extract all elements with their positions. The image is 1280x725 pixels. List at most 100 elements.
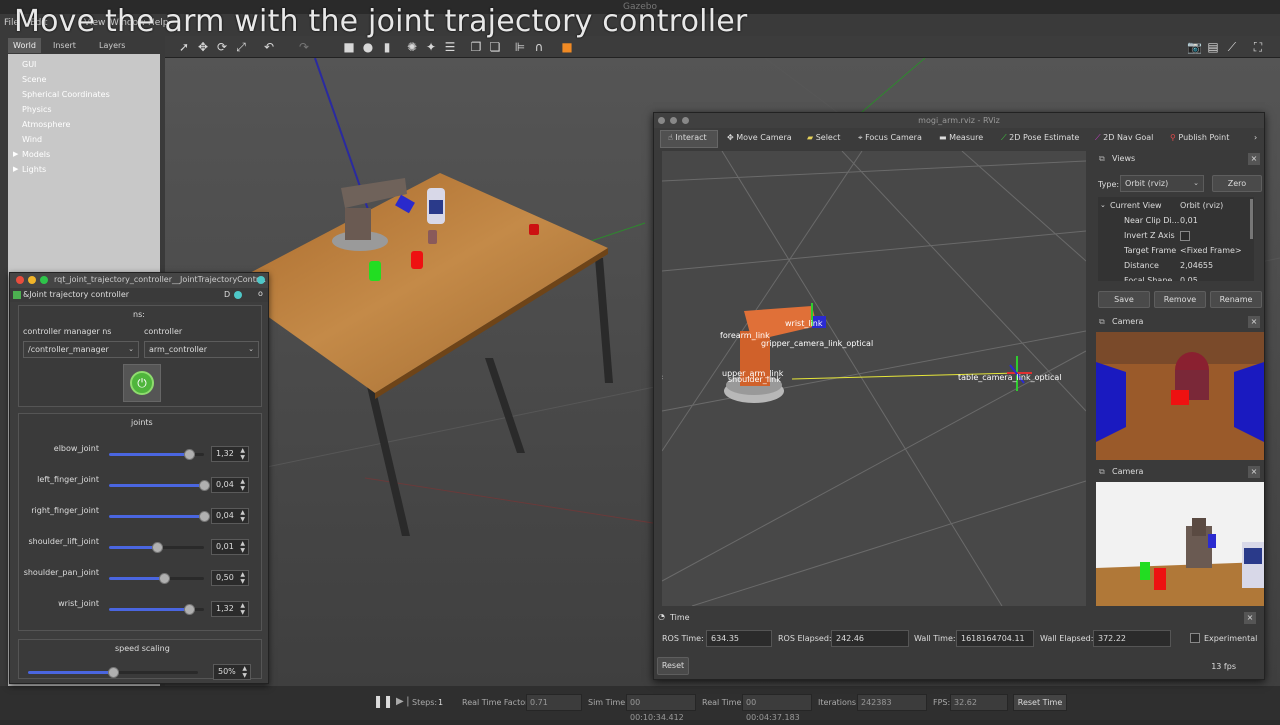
- zero-button[interactable]: Zero: [1212, 175, 1262, 192]
- close-icon[interactable]: ×: [1248, 316, 1260, 328]
- expand-arrow-icon[interactable]: ▶: [13, 165, 18, 173]
- tool-move-camera[interactable]: ✥ Move Camera: [727, 133, 792, 142]
- close-icon[interactable]: [16, 276, 24, 284]
- speed-spinbox[interactable]: 50% ▲ ▼: [213, 664, 251, 680]
- collapse-left-icon[interactable]: ‹: [662, 373, 664, 383]
- pause-icon[interactable]: ❚❚: [373, 694, 393, 708]
- joint-slider[interactable]: [109, 573, 204, 584]
- tool-focus-camera[interactable]: ⌖ Focus Camera: [858, 133, 922, 143]
- cylinder-icon[interactable]: ▮: [380, 40, 394, 54]
- property-value[interactable]: 2,04655: [1180, 261, 1213, 270]
- steps-value[interactable]: 1: [438, 698, 443, 707]
- tool-2d-pose[interactable]: ⟋ 2D Pose Estimate: [1001, 133, 1079, 143]
- tree-item-gui[interactable]: GUI: [22, 60, 36, 69]
- fullscreen-icon[interactable]: ⛶: [1251, 40, 1265, 54]
- controller-combo[interactable]: arm_controller ⌄: [144, 341, 259, 358]
- joint-slider-knob[interactable]: [183, 449, 195, 460]
- scale-icon[interactable]: ⤢: [234, 40, 248, 54]
- view-angle-icon[interactable]: ■: [560, 40, 574, 54]
- joint-spinbox[interactable]: 1,32 ▲ ▼: [211, 601, 249, 617]
- joint-slider-knob[interactable]: [199, 480, 210, 491]
- tool-2d-nav[interactable]: ⟋ 2D Nav Goal: [1095, 133, 1153, 143]
- save-view-button[interactable]: Save: [1098, 291, 1150, 308]
- joint-spinbox[interactable]: 0,50 ▲ ▼: [211, 570, 249, 586]
- close-icon[interactable]: ×: [1248, 153, 1260, 165]
- tree-item-lights[interactable]: Lights: [22, 165, 46, 174]
- plugin-close-icon[interactable]: o: [258, 289, 263, 298]
- select-arrow-icon[interactable]: ➚: [177, 40, 191, 54]
- tab-world[interactable]: World: [8, 38, 41, 53]
- view-property-row[interactable]: Target Frame <Fixed Frame>: [1098, 244, 1254, 259]
- plugin-help-icon[interactable]: [234, 291, 242, 299]
- speed-slider[interactable]: [28, 667, 198, 678]
- close-icon[interactable]: ×: [1248, 466, 1260, 478]
- remove-view-button[interactable]: Remove: [1154, 291, 1206, 308]
- joint-slider[interactable]: [109, 511, 210, 522]
- reset-button[interactable]: Reset: [657, 657, 689, 675]
- joint-spinbox[interactable]: 1,32 ▲ ▼: [211, 446, 249, 462]
- tree-item-wind[interactable]: Wind: [22, 135, 42, 144]
- minimize-icon[interactable]: [670, 117, 677, 124]
- help-icon[interactable]: [257, 276, 265, 284]
- spin-arrows-icon[interactable]: ▲ ▼: [240, 509, 245, 523]
- spin-arrows-icon[interactable]: ▲ ▼: [240, 540, 245, 554]
- tool-publish-point[interactable]: ⚲ Publish Point: [1170, 133, 1229, 142]
- maximize-icon[interactable]: [40, 276, 48, 284]
- tree-item-atmosphere[interactable]: Atmosphere: [22, 120, 70, 129]
- spin-arrows-icon[interactable]: ▲ ▼: [240, 447, 245, 461]
- tree-item-models[interactable]: Models: [22, 150, 50, 159]
- tree-item-spherical[interactable]: Spherical Coordinates: [22, 90, 110, 99]
- screenshot-icon[interactable]: 📷: [1187, 40, 1202, 54]
- rviz-3d-view[interactable]: forearm_link wrist_link gripper_camera_l…: [662, 151, 1086, 606]
- sphere-icon[interactable]: ●: [361, 40, 375, 54]
- plot-icon[interactable]: ⟋: [1225, 40, 1239, 54]
- experimental-checkbox[interactable]: [1190, 633, 1200, 643]
- spin-arrows-icon[interactable]: ▲ ▼: [240, 478, 245, 492]
- joint-slider-knob[interactable]: [199, 511, 210, 522]
- close-icon[interactable]: ×: [1244, 612, 1256, 624]
- paste-icon[interactable]: ❏: [488, 40, 502, 54]
- property-value[interactable]: <Fixed Frame>: [1180, 246, 1242, 255]
- tab-insert[interactable]: Insert: [48, 38, 81, 53]
- close-icon[interactable]: [658, 117, 665, 124]
- spot-light-icon[interactable]: ✦: [424, 40, 438, 54]
- joint-spinbox[interactable]: 0,04 ▲ ▼: [211, 477, 249, 493]
- joint-slider-knob[interactable]: [151, 542, 163, 553]
- redo-icon[interactable]: ↷: [297, 40, 311, 54]
- property-value[interactable]: 0,05: [1180, 276, 1198, 281]
- plugin-d-button[interactable]: D: [224, 290, 230, 299]
- cm-ns-combo[interactable]: /controller_manager ⌄: [23, 341, 139, 358]
- invert-z-checkbox[interactable]: [1180, 231, 1190, 241]
- tree-item-scene[interactable]: Scene: [22, 75, 46, 84]
- box-icon[interactable]: ■: [342, 40, 356, 54]
- view-type-combo[interactable]: Orbit (rviz) ⌄: [1120, 175, 1204, 192]
- view-property-row[interactable]: Invert Z Axis: [1098, 229, 1254, 244]
- log-icon[interactable]: ▤: [1206, 40, 1220, 54]
- joint-slider-knob[interactable]: [183, 604, 195, 615]
- joint-slider[interactable]: [109, 449, 204, 460]
- joint-slider-knob[interactable]: [159, 573, 171, 584]
- copy-icon[interactable]: ❐: [469, 40, 483, 54]
- tool-measure[interactable]: ▬ Measure: [939, 133, 983, 142]
- translate-icon[interactable]: ✥: [196, 40, 210, 54]
- rename-view-button[interactable]: Rename: [1210, 291, 1262, 308]
- tool-interact[interactable]: ☝ Interact: [668, 133, 707, 142]
- rotate-icon[interactable]: ⟳: [215, 40, 229, 54]
- align-icon[interactable]: ⊫: [513, 40, 527, 54]
- spin-arrows-icon[interactable]: ▲ ▼: [240, 602, 245, 616]
- joint-spinbox[interactable]: 0,01 ▲ ▼: [211, 539, 249, 555]
- step-icon[interactable]: ▶❘: [396, 696, 412, 707]
- reset-time-button[interactable]: Reset Time: [1013, 694, 1067, 711]
- snap-icon[interactable]: ∩: [532, 40, 546, 54]
- current-view-row[interactable]: ⌄ Current View Orbit (rviz): [1098, 199, 1254, 214]
- joint-slider[interactable]: [109, 480, 210, 491]
- spin-arrows-icon[interactable]: ▲ ▼: [242, 665, 247, 679]
- point-light-icon[interactable]: ✺: [405, 40, 419, 54]
- toolbar-more-icon[interactable]: ›: [1254, 133, 1257, 142]
- joint-slider[interactable]: [109, 542, 204, 553]
- undo-icon[interactable]: ↶: [262, 40, 276, 54]
- directional-light-icon[interactable]: ☰: [443, 40, 457, 54]
- expand-arrow-icon[interactable]: ▶: [13, 150, 18, 158]
- view-property-row[interactable]: Distance 2,04655: [1098, 259, 1254, 274]
- spin-arrows-icon[interactable]: ▲ ▼: [240, 571, 245, 585]
